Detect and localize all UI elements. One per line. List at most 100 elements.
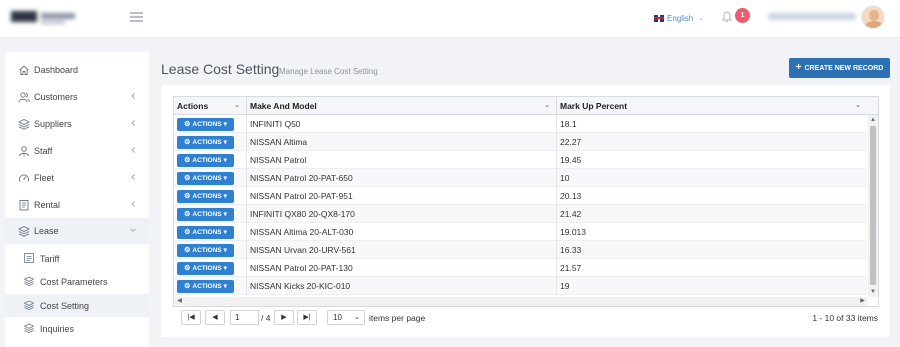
page-number-input[interactable]: 1 xyxy=(230,310,259,325)
scroll-left-icon[interactable]: ◀ xyxy=(175,297,184,306)
page-subtitle: Manage Lease Cost Setting xyxy=(279,67,378,76)
actions-label: ACTIONS xyxy=(192,228,222,236)
actions-cell: ⚙ ACTIONS ▾ xyxy=(174,115,247,133)
list-icon xyxy=(24,253,34,263)
actions-cell: ⚙ ACTIONS ▾ xyxy=(174,187,247,205)
sidebar-item-label: Dashboard xyxy=(34,65,79,75)
table-row: ⚙ ACTIONS ▾ INFINITI QX80 20-QX8-170 21.42 xyxy=(174,205,867,223)
actions-cell: ⚙ ACTIONS ▾ xyxy=(174,205,247,223)
caret-down-icon: ▾ xyxy=(223,228,227,236)
sidebar-item-suppliers[interactable]: Suppliers xyxy=(5,111,149,137)
gear-icon: ⚙ xyxy=(184,264,191,272)
actions-button[interactable]: ⚙ ACTIONS ▾ xyxy=(177,154,234,167)
sidebar-subitem-inquiries[interactable]: Inquiries xyxy=(5,317,149,340)
bell-icon[interactable] xyxy=(722,11,732,23)
actions-cell: ⚙ ACTIONS ▾ xyxy=(174,151,247,169)
chevron-left-icon xyxy=(131,120,135,126)
gauge-icon xyxy=(19,174,29,182)
horizontal-scrollbar[interactable]: ◀ ▶ xyxy=(174,297,868,306)
gear-icon: ⚙ xyxy=(184,192,191,200)
chevron-left-icon xyxy=(131,147,135,153)
layers-icon xyxy=(18,225,30,237)
sidebar-item-staff[interactable]: Staff xyxy=(5,138,149,164)
create-new-record-button[interactable]: + CREATE NEW RECORD xyxy=(789,58,890,78)
sidebar-item-dashboard[interactable]: Dashboard xyxy=(5,57,149,83)
sidebar-item-rental[interactable]: Rental xyxy=(5,192,149,218)
sidebar-subitem-tariff[interactable]: Tariff xyxy=(5,247,149,270)
caret-down-icon: ▾ xyxy=(223,138,227,146)
chevron-down-icon[interactable]: ⌄ xyxy=(855,97,861,115)
prev-page-icon: ◀ xyxy=(212,314,218,321)
markup-cell: 16.33 xyxy=(560,245,582,255)
sidebar-item-fleet[interactable]: Fleet xyxy=(5,165,149,191)
column-header-label: Make And Model xyxy=(250,101,317,111)
scrollbar-thumb[interactable] xyxy=(870,126,876,285)
actions-label: ACTIONS xyxy=(192,156,222,164)
sidebar-item-label: Rental xyxy=(34,200,61,210)
sidebar-item-lease[interactable]: Lease xyxy=(5,218,149,244)
user-name[interactable] xyxy=(768,13,856,20)
sidebar-item-label: Suppliers xyxy=(34,119,72,129)
menu-toggle-icon[interactable] xyxy=(130,12,143,22)
make-model-cell: INFINITI QX80 20-QX8-170 xyxy=(247,205,557,223)
make-model-cell: NISSAN Patrol 20-PAT-951 xyxy=(247,187,557,205)
sidebar-subitem-cost-parameters[interactable]: Cost Parameters xyxy=(5,270,149,293)
pager-info: 1 - 10 of 33 items xyxy=(812,313,878,323)
actions-button[interactable]: ⚙ ACTIONS ▾ xyxy=(177,118,234,131)
table-row: ⚙ ACTIONS ▾ NISSAN Altima 20-ALT-030 19.01… xyxy=(174,223,867,241)
markup-cell: 10 xyxy=(560,173,570,183)
actions-button[interactable]: ⚙ ACTIONS ▾ xyxy=(177,280,234,293)
column-header-actions[interactable]: Actions ⌄ xyxy=(174,97,247,115)
chevron-left-icon xyxy=(131,201,135,207)
actions-cell: ⚙ ACTIONS ▾ xyxy=(174,277,247,295)
actions-button[interactable]: ⚙ ACTIONS ▾ xyxy=(177,172,234,185)
prev-page-button[interactable]: ◀ xyxy=(205,310,225,325)
actions-label: ACTIONS xyxy=(192,210,222,218)
column-header-make-and-model[interactable]: Make And Model ⌄ xyxy=(247,97,557,115)
chevron-down-icon[interactable]: ⌄ xyxy=(544,97,550,115)
sidebar-item-label: Lease xyxy=(34,226,59,236)
markup-cell: 20.13 xyxy=(560,191,582,201)
make-model-cell: NISSAN Altima xyxy=(247,133,557,151)
sidebar-subitem-cost-setting[interactable]: Cost Setting xyxy=(5,294,149,317)
next-page-button[interactable]: ▶ xyxy=(274,310,294,325)
make-model-cell: NISSAN Patrol xyxy=(247,151,557,169)
vertical-scrollbar[interactable]: ▲ ▼ xyxy=(868,115,878,297)
gear-icon: ⚙ xyxy=(184,210,191,218)
actions-button[interactable]: ⚙ ACTIONS ▾ xyxy=(177,208,234,221)
actions-button[interactable]: ⚙ ACTIONS ▾ xyxy=(177,136,234,149)
language-label: English xyxy=(667,13,694,23)
table-row: ⚙ ACTIONS ▾ NISSAN Altima 22.27 xyxy=(174,133,867,151)
chevron-down-icon[interactable]: ⌄ xyxy=(234,97,240,115)
sidebar-subitem-label: Tariff xyxy=(40,254,60,264)
sidebar-item-customers[interactable]: Customers xyxy=(5,84,149,110)
page-size-select[interactable]: 10 ⌄ xyxy=(327,310,365,325)
avatar[interactable] xyxy=(861,5,885,29)
markup-cell: 19 xyxy=(560,281,570,291)
logo[interactable] xyxy=(11,9,77,27)
make-model-cell: INFINITI Q50 xyxy=(247,115,557,133)
chevron-down-icon xyxy=(130,228,136,232)
create-button-label: CREATE NEW RECORD xyxy=(804,64,884,72)
language-selector[interactable]: English ⌄ xyxy=(654,12,704,24)
last-page-button[interactable]: ▶| xyxy=(297,310,317,325)
actions-cell: ⚙ ACTIONS ▾ xyxy=(174,241,247,259)
plus-icon: + xyxy=(795,62,802,73)
table-row: ⚙ ACTIONS ▾ NISSAN Patrol 20-PAT-130 21.57 xyxy=(174,259,867,277)
gear-icon: ⚙ xyxy=(184,174,191,182)
actions-button[interactable]: ⚙ ACTIONS ▾ xyxy=(177,244,234,257)
column-header-label: Actions xyxy=(177,101,209,111)
actions-label: ACTIONS xyxy=(192,174,222,182)
actions-button[interactable]: ⚙ ACTIONS ▾ xyxy=(177,262,234,275)
table-row: ⚙ ACTIONS ▾ NISSAN Urvan 20-URV-561 16.33 xyxy=(174,241,867,259)
sidebar-item-label: Staff xyxy=(34,146,53,156)
scroll-down-icon[interactable]: ▼ xyxy=(869,288,877,296)
actions-button[interactable]: ⚙ ACTIONS ▾ xyxy=(177,226,234,239)
scroll-right-icon[interactable]: ▶ xyxy=(858,297,867,306)
markup-cell: 21.57 xyxy=(560,263,582,273)
first-page-button[interactable]: |◀ xyxy=(181,310,201,325)
scroll-up-icon[interactable]: ▲ xyxy=(869,116,877,124)
actions-button[interactable]: ⚙ ACTIONS ▾ xyxy=(177,190,234,203)
items-per-page-label: items per page xyxy=(369,313,426,323)
column-header-mark-up-percent[interactable]: Mark Up Percent ⌄ xyxy=(557,97,878,115)
